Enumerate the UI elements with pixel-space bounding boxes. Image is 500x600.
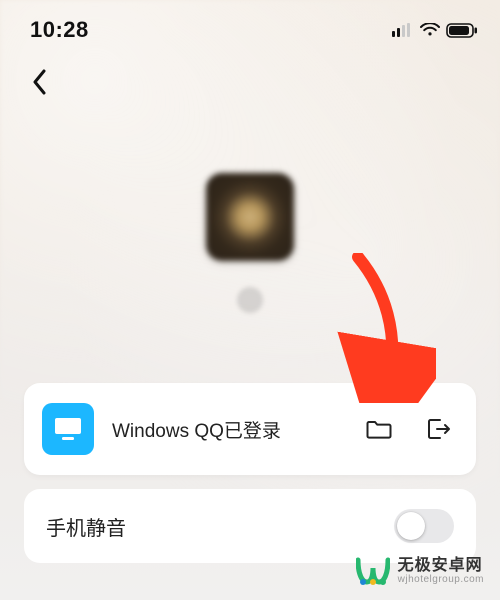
avatar-area <box>206 173 294 313</box>
logout-button[interactable] <box>424 414 454 444</box>
watermark: 无极安卓网 wjhotelgroup.com <box>356 556 484 586</box>
battery-icon <box>446 23 478 38</box>
back-button[interactable] <box>20 62 60 102</box>
toggle-knob <box>397 512 425 540</box>
file-transfer-button[interactable] <box>364 414 394 444</box>
login-status-text: Windows QQ已登录 <box>112 416 346 443</box>
logout-icon <box>426 417 452 441</box>
annotation-arrow <box>316 253 436 403</box>
phone-mute-label: 手机静音 <box>46 512 126 541</box>
status-bar: 10:28 <box>0 0 500 52</box>
windows-qq-badge <box>42 403 94 455</box>
watermark-subtitle: wjhotelgroup.com <box>398 574 484 585</box>
phone-mute-row: 手机静音 <box>24 489 476 563</box>
status-time: 10:28 <box>30 17 89 43</box>
add-status-button[interactable] <box>237 287 263 313</box>
status-right-cluster <box>392 23 478 38</box>
chevron-left-icon <box>32 69 48 95</box>
monitor-icon <box>53 416 83 442</box>
watermark-text: 无极安卓网 wjhotelgroup.com <box>398 557 484 586</box>
login-status-card: Windows QQ已登录 <box>24 383 476 475</box>
watermark-title: 无极安卓网 <box>398 557 484 575</box>
wifi-icon <box>420 23 440 37</box>
folder-icon <box>366 418 392 440</box>
cellular-icon <box>392 23 414 37</box>
phone-mute-toggle[interactable] <box>394 509 454 543</box>
user-avatar[interactable] <box>206 173 294 261</box>
watermark-logo-icon <box>356 556 390 586</box>
